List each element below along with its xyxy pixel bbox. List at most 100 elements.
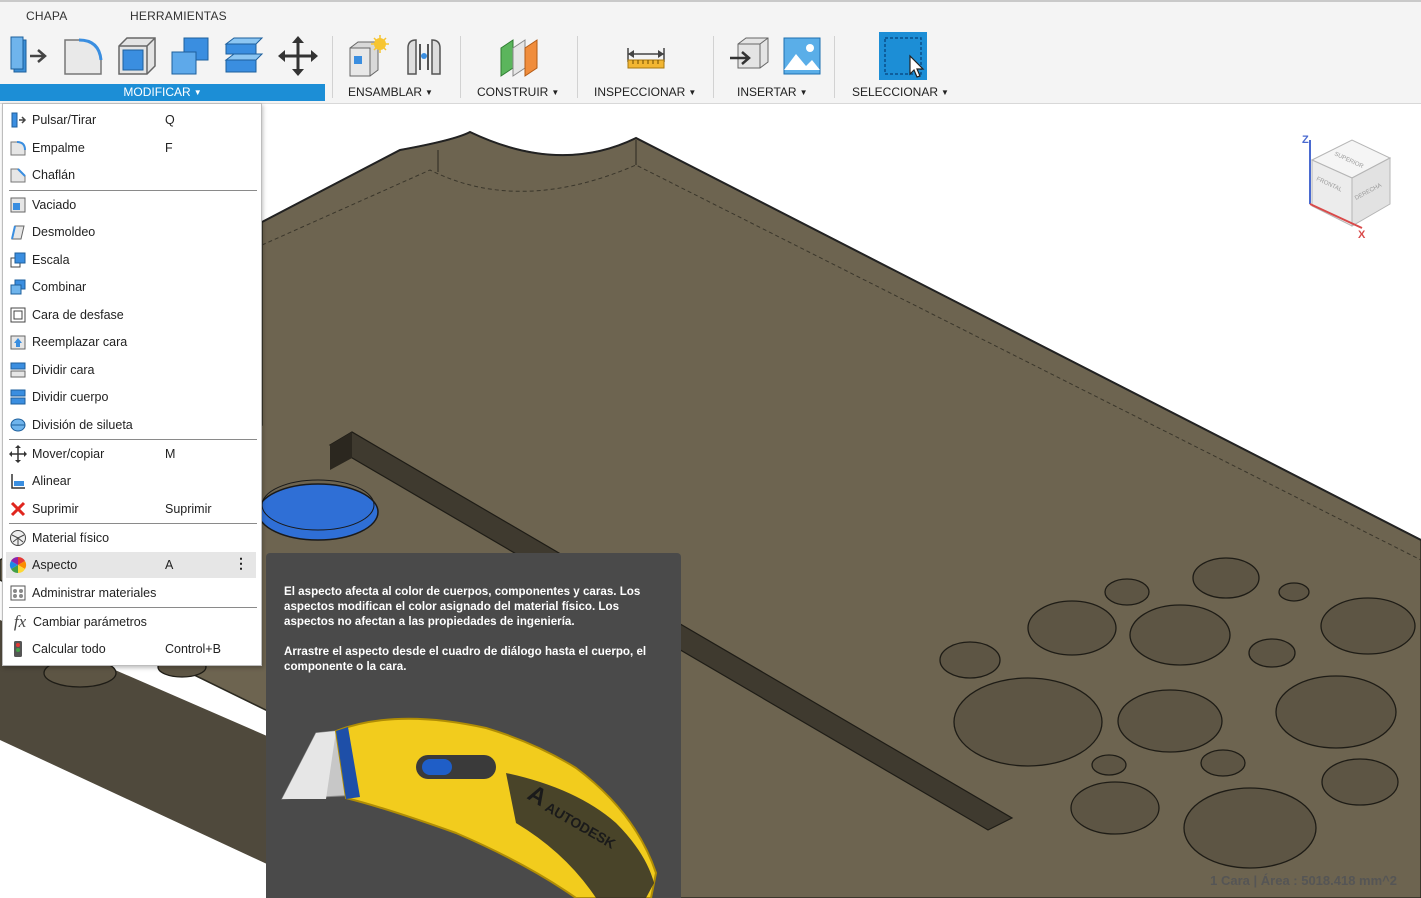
manage-materials-icon bbox=[10, 585, 26, 601]
menu-separator bbox=[9, 439, 257, 440]
menu-item-shortcut: F bbox=[165, 141, 173, 155]
ensamblar-dropdown[interactable]: ENSAMBLAR ▼ bbox=[348, 84, 433, 101]
menu-item-aspecto[interactable]: Aspecto A ⋮ bbox=[6, 552, 256, 578]
tooltip-paragraph-1: El aspecto afecta al color de cuerpos, c… bbox=[284, 585, 641, 628]
seleccionar-dropdown[interactable]: SELECCIONAR ▼ bbox=[852, 84, 949, 101]
offset-plane-icon[interactable] bbox=[497, 34, 541, 78]
select-icon[interactable] bbox=[879, 32, 927, 80]
menu-item-label: Cambiar parámetros bbox=[33, 615, 147, 629]
menu-item-dividir-cara[interactable]: Dividir cara bbox=[6, 357, 256, 383]
separator bbox=[332, 36, 333, 98]
modificar-menu: Pulsar/Tirar Q Empalme F Chaflán Vaciado… bbox=[2, 103, 262, 666]
menu-item-shortcut: M bbox=[165, 447, 176, 461]
seleccionar-label: SELECCIONAR bbox=[852, 85, 939, 99]
joint-icon[interactable] bbox=[402, 34, 446, 78]
fillet-icon[interactable] bbox=[61, 34, 105, 78]
menu-item-label: Mover/copiar bbox=[32, 447, 105, 461]
new-component-icon[interactable] bbox=[346, 34, 390, 78]
move-icon bbox=[9, 445, 27, 463]
canvas-image-icon[interactable] bbox=[780, 34, 824, 78]
menu-item-label: Cara de desfase bbox=[32, 308, 124, 322]
caret-down-icon: ▼ bbox=[941, 88, 949, 97]
menu-item-dividir-cuerpo[interactable]: Dividir cuerpo bbox=[6, 384, 256, 410]
split-face-icon bbox=[10, 362, 26, 378]
split-body-icon bbox=[10, 389, 26, 405]
chamfer-icon bbox=[10, 168, 26, 183]
inspeccionar-label: INSPECCIONAR bbox=[594, 85, 686, 99]
measure-icon[interactable] bbox=[624, 34, 668, 78]
shell-icon bbox=[10, 197, 26, 213]
caret-down-icon: ▼ bbox=[688, 88, 697, 97]
caret-down-icon: ▼ bbox=[551, 88, 560, 97]
physical-material-icon bbox=[10, 530, 26, 546]
caret-down-icon: ▼ bbox=[425, 88, 433, 97]
separator bbox=[460, 36, 461, 98]
combine-icon bbox=[10, 279, 26, 295]
menu-item-alinear[interactable]: Alinear bbox=[6, 468, 256, 494]
push-pull-icon bbox=[11, 112, 27, 128]
tooltip-paragraph-2: Arrastre el aspecto desde el cuadro de d… bbox=[284, 645, 647, 673]
compute-all-icon bbox=[14, 641, 22, 657]
menu-item-cambiar-parametros[interactable]: fx Cambiar parámetros bbox=[6, 609, 256, 635]
selection-status: 1 Cara | Área : 5018.418 mm^2 bbox=[1210, 873, 1397, 888]
separator bbox=[713, 36, 714, 98]
menu-item-reemplazar-cara[interactable]: Reemplazar cara bbox=[6, 329, 256, 355]
menu-item-label: Reemplazar cara bbox=[32, 335, 128, 349]
insertar-label: INSERTAR bbox=[737, 85, 797, 99]
split-body-icon[interactable] bbox=[222, 34, 266, 78]
title-strip bbox=[0, 0, 1421, 2]
silhouette-split-icon bbox=[10, 418, 26, 432]
menu-item-shortcut: Q bbox=[165, 113, 175, 127]
construir-label: CONSTRUIR bbox=[477, 85, 549, 99]
menu-item-label: Material físico bbox=[32, 531, 110, 545]
inspeccionar-dropdown[interactable]: INSPECCIONAR ▼ bbox=[594, 84, 696, 101]
menu-item-suprimir[interactable]: Suprimir Suprimir bbox=[6, 496, 256, 522]
fx-icon: fx bbox=[13, 612, 27, 631]
combine-icon[interactable] bbox=[168, 34, 212, 78]
menu-separator bbox=[9, 190, 257, 191]
selected-face[interactable] bbox=[257, 483, 379, 541]
insertar-dropdown[interactable]: INSERTAR ▼ bbox=[737, 84, 808, 101]
menu-item-label: Escala bbox=[32, 253, 70, 267]
menu-item-combinar[interactable]: Combinar bbox=[6, 274, 256, 300]
more-options-icon[interactable]: ⋮ bbox=[234, 556, 248, 570]
tab-herramientas[interactable]: HERRAMIENTAS bbox=[130, 9, 227, 23]
menu-item-cara-de-desfase[interactable]: Cara de desfase bbox=[6, 302, 256, 328]
scale-icon bbox=[10, 252, 26, 268]
menu-item-mover-copiar[interactable]: Mover/copiar M bbox=[6, 441, 256, 467]
menu-item-escala[interactable]: Escala bbox=[6, 247, 256, 273]
menu-item-administrar-materiales[interactable]: Administrar materiales bbox=[6, 580, 256, 606]
tab-chapa[interactable]: CHAPA bbox=[26, 9, 67, 23]
align-icon bbox=[11, 474, 25, 489]
view-cube[interactable]: Z X SUPERIOR FRONTAL DERECHA bbox=[1302, 134, 1392, 241]
menu-item-material-fisico[interactable]: Material físico bbox=[6, 525, 256, 551]
menu-item-label: División de silueta bbox=[32, 418, 133, 432]
menu-item-shortcut: Control+B bbox=[165, 642, 221, 656]
menu-item-chaflan[interactable]: Chaflán bbox=[6, 162, 256, 188]
push-pull-icon[interactable] bbox=[8, 34, 52, 78]
menu-separator bbox=[9, 607, 257, 608]
menu-item-label: Alinear bbox=[32, 474, 71, 488]
offset-face-icon bbox=[10, 307, 26, 323]
appearance-icon bbox=[9, 556, 27, 574]
menu-item-division-de-silueta[interactable]: División de silueta bbox=[6, 412, 256, 438]
draft-icon bbox=[11, 225, 25, 240]
menu-separator bbox=[9, 523, 257, 524]
construir-dropdown[interactable]: CONSTRUIR ▼ bbox=[477, 84, 559, 101]
menu-item-calcular-todo[interactable]: Calcular todo Control+B bbox=[6, 636, 256, 662]
separator bbox=[834, 36, 835, 98]
menu-item-empalme[interactable]: Empalme F bbox=[6, 135, 256, 161]
menu-item-desmoldeo[interactable]: Desmoldeo bbox=[6, 219, 256, 245]
insert-derive-icon[interactable] bbox=[728, 34, 772, 78]
axis-x-label: X bbox=[1358, 229, 1366, 241]
modificar-dropdown[interactable]: MODIFICAR ▼ bbox=[0, 84, 325, 101]
caret-down-icon: ▼ bbox=[799, 88, 808, 97]
menu-item-pulsar-tirar[interactable]: Pulsar/Tirar Q bbox=[6, 107, 256, 133]
move-icon[interactable] bbox=[276, 34, 320, 78]
shell-icon[interactable] bbox=[115, 34, 159, 78]
aspecto-tooltip: El aspecto afecta al color de cuerpos, c… bbox=[266, 553, 681, 898]
menu-item-label: Desmoldeo bbox=[32, 225, 96, 239]
menu-item-label: Empalme bbox=[32, 141, 85, 155]
menu-item-label: Combinar bbox=[32, 280, 87, 294]
menu-item-vaciado[interactable]: Vaciado bbox=[6, 192, 256, 218]
